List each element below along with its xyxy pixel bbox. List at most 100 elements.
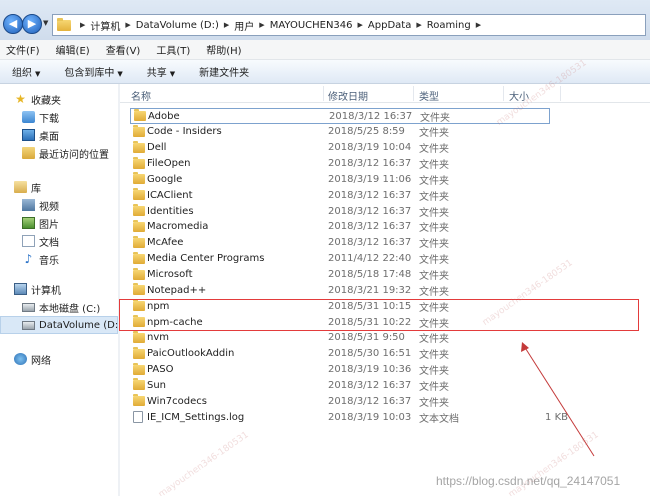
nav-computer[interactable]: 计算机 xyxy=(14,280,132,298)
file-row[interactable]: Sun 2018/3/12 16:37 文件夹 xyxy=(130,377,550,393)
recent-pages-dropdown[interactable]: ▼ xyxy=(43,19,48,27)
column-name[interactable]: 名称 xyxy=(131,88,151,103)
menu-edit[interactable]: 编辑(E) xyxy=(56,42,90,57)
folder-icon xyxy=(133,188,145,201)
breadcrumb-computer[interactable]: 计算机 xyxy=(90,18,120,33)
file-name: ICAClient xyxy=(147,189,193,201)
share-label: 共享 xyxy=(146,68,167,79)
breadcrumb-appdata[interactable]: AppData xyxy=(368,20,411,31)
file-name: Adobe xyxy=(148,110,180,122)
share-button[interactable]: 共享 ▼ xyxy=(147,64,175,79)
file-row[interactable]: ICAClient 2018/3/12 16:37 文件夹 xyxy=(130,187,550,203)
column-divider[interactable] xyxy=(560,86,561,101)
file-row[interactable]: nvm 2018/5/31 9:50 文件夹 xyxy=(130,330,550,346)
menu-file[interactable]: 文件(F) xyxy=(6,42,40,57)
nav-favorites[interactable]: ★ 收藏夹 xyxy=(14,90,132,108)
breadcrumb-users[interactable]: 用户 xyxy=(234,18,254,33)
file-type: 文件夹 xyxy=(419,255,449,267)
breadcrumb-roaming[interactable]: Roaming xyxy=(427,20,471,31)
chevron-right-icon[interactable]: ▶ xyxy=(358,21,363,29)
folder-icon xyxy=(134,109,146,121)
menu-help[interactable]: 帮助(H) xyxy=(206,42,241,57)
folder-icon xyxy=(133,251,145,264)
file-date: 2018/5/30 16:51 xyxy=(328,348,412,360)
back-button[interactable]: ◀ xyxy=(3,14,23,34)
forward-button[interactable]: ▶ xyxy=(22,14,42,34)
file-row[interactable]: Code - Insiders 2018/5/25 8:59 文件夹 xyxy=(130,124,550,140)
chevron-right-icon[interactable]: ▶ xyxy=(80,21,85,29)
address-box[interactable]: ▶ 计算机 ▶ DataVolume (D:) ▶ 用户 ▶ MAYOUCHEN… xyxy=(52,14,646,36)
chevron-right-icon[interactable]: ▶ xyxy=(125,21,130,29)
folder-icon xyxy=(133,140,145,153)
file-name: FileOpen xyxy=(147,158,191,170)
column-divider[interactable] xyxy=(503,86,504,101)
file-type: 文件夹 xyxy=(419,175,449,187)
file-row[interactable]: McAfee 2018/3/12 16:37 文件夹 xyxy=(130,235,550,251)
chevron-right-icon[interactable]: ▶ xyxy=(476,21,481,29)
file-row[interactable]: FileOpen 2018/3/12 16:37 文件夹 xyxy=(130,156,550,172)
file-date: 2018/5/25 8:59 xyxy=(328,126,405,138)
file-name: Google xyxy=(147,173,183,185)
folder-icon xyxy=(133,235,145,248)
file-type: 文件夹 xyxy=(420,112,450,124)
organize-button[interactable]: 组织 ▼ xyxy=(12,64,40,79)
chevron-right-icon[interactable]: ▶ xyxy=(416,21,421,29)
file-date: 2018/3/19 10:04 xyxy=(328,142,412,154)
arrow-left-icon: ◀ xyxy=(8,17,18,30)
include-in-library-button[interactable]: 包含到库中 ▼ xyxy=(64,64,122,79)
file-row[interactable]: IE_ICM_Settings.log 2018/3/19 10:03 文本文档 1 … xyxy=(130,409,568,425)
file-name: Microsoft xyxy=(147,269,193,280)
nav-label: 库 xyxy=(31,183,41,195)
hard-disk-icon xyxy=(22,320,35,330)
folder-icon xyxy=(133,219,145,232)
folder-icon xyxy=(133,330,145,343)
new-folder-button[interactable]: 新建文件夹 xyxy=(199,64,249,79)
column-divider[interactable] xyxy=(413,86,414,101)
file-row[interactable]: Media Center Programs 2011/4/12 22:40 文件夹 xyxy=(130,251,550,267)
nav-label: 计算机 xyxy=(31,285,61,297)
nav-libraries[interactable]: 库 xyxy=(14,178,132,196)
nav-label: 音乐 xyxy=(39,255,59,267)
nav-network[interactable]: 网络 xyxy=(14,350,132,368)
column-divider[interactable] xyxy=(323,86,324,101)
file-row[interactable]: Macromedia 2018/3/12 16:37 文件夹 xyxy=(130,219,550,235)
file-name: PASO xyxy=(147,364,174,376)
folder-icon xyxy=(133,267,145,280)
nav-label: 视频 xyxy=(39,201,59,213)
file-name: McAfee xyxy=(147,237,184,249)
chevron-down-icon: ▼ xyxy=(117,70,123,78)
file-row[interactable]: Adobe 2018/3/12 16:37 文件夹 xyxy=(130,108,550,124)
folder-icon xyxy=(133,362,145,375)
file-row[interactable]: PaicOutlookAddin 2018/5/30 16:51 文件夹 xyxy=(130,346,550,362)
include-label: 包含到库中 xyxy=(64,68,115,79)
text-file-icon xyxy=(133,411,143,424)
nav-label: 本地磁盘 (C:) xyxy=(39,303,101,315)
file-date: 2018/3/12 16:37 xyxy=(328,205,412,217)
address-bar-area: ◀ ▶ ▼ ▶ 计算机 ▶ DataVolume (D:) ▶ 用户 ▶ MAY… xyxy=(0,0,650,40)
file-row[interactable]: Google 2018/3/19 11:06 文件夹 xyxy=(130,171,550,187)
file-row[interactable]: Win7codecs 2018/3/12 16:37 文件夹 xyxy=(130,393,550,409)
file-row[interactable]: PASO 2018/3/19 10:36 文件夹 xyxy=(130,362,550,378)
menu-view[interactable]: 查看(V) xyxy=(106,42,141,57)
column-date[interactable]: 修改日期 xyxy=(328,88,368,103)
file-row[interactable]: Notepad++ 2018/3/21 19:32 文件夹 xyxy=(130,282,550,298)
file-row[interactable]: Microsoft 2018/5/18 17:48 文件夹 xyxy=(130,267,550,283)
file-date: 2018/3/21 19:32 xyxy=(328,284,412,296)
file-date: 2011/4/12 22:40 xyxy=(328,253,412,265)
file-date: 2018/5/18 17:48 xyxy=(328,269,412,280)
file-row[interactable]: Identities 2018/3/12 16:37 文件夹 xyxy=(130,203,550,219)
nav-drive-d[interactable]: DataVolume (D:) xyxy=(0,316,122,334)
breadcrumb-datavolume[interactable]: DataVolume (D:) xyxy=(136,20,219,31)
highlight-box xyxy=(119,299,639,331)
menu-tools[interactable]: 工具(T) xyxy=(156,42,190,57)
chevron-right-icon[interactable]: ▶ xyxy=(259,21,264,29)
file-row[interactable]: Dell 2018/3/19 10:04 文件夹 xyxy=(130,140,550,156)
chevron-right-icon[interactable]: ▶ xyxy=(224,21,229,29)
folder-icon xyxy=(133,156,145,169)
column-type[interactable]: 类型 xyxy=(419,88,439,103)
file-date: 2018/3/19 11:06 xyxy=(328,173,412,185)
folder-icon xyxy=(133,204,145,217)
folder-icon xyxy=(133,124,145,137)
file-name: nvm xyxy=(147,332,169,344)
breadcrumb-user[interactable]: MAYOUCHEN346 xyxy=(270,20,353,31)
